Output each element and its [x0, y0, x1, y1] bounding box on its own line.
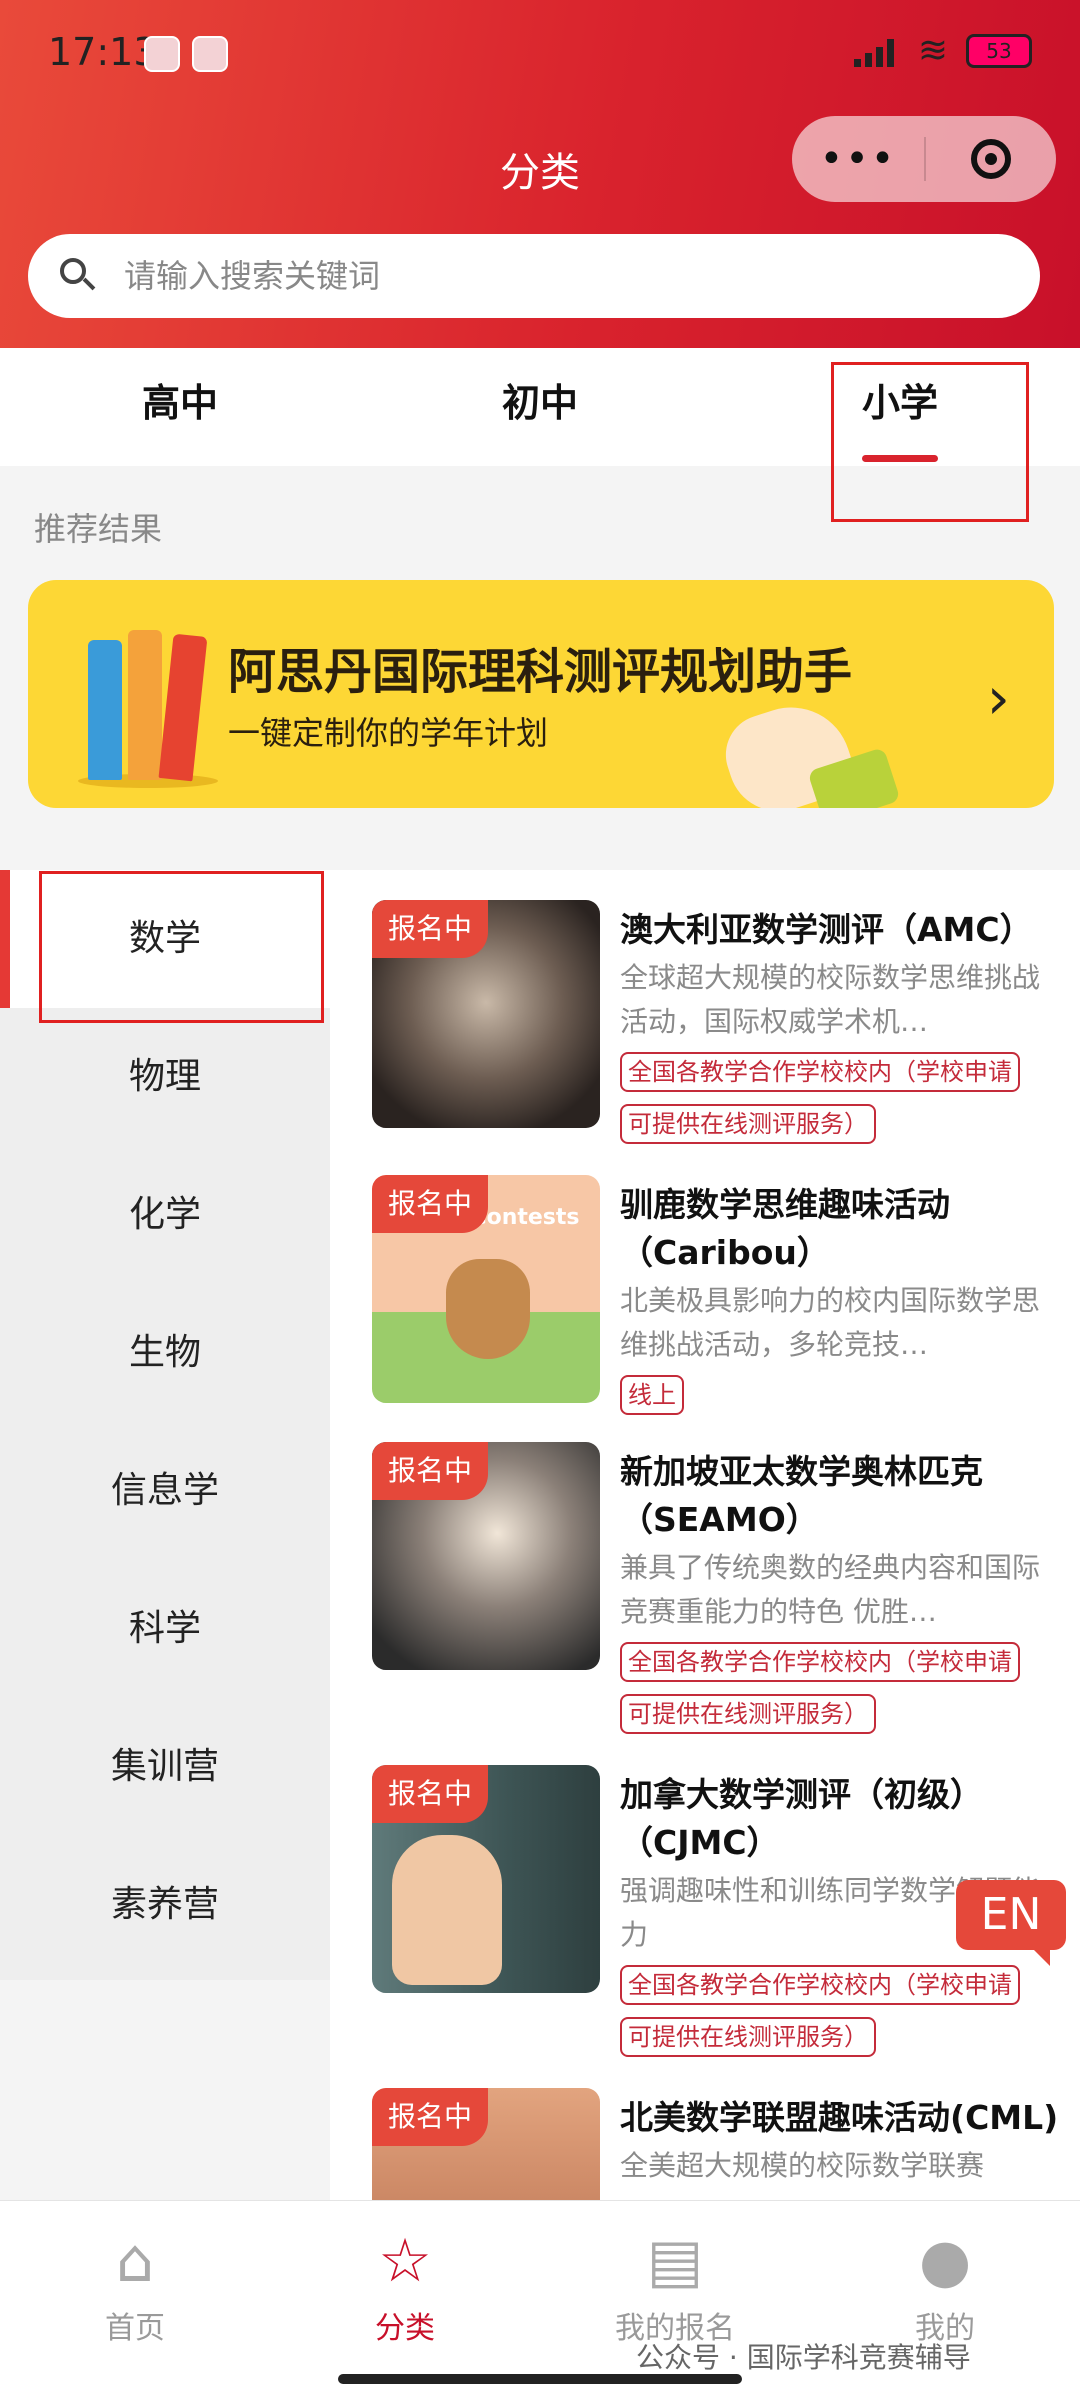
signal-icon: [853, 35, 900, 67]
status-icons: ≋ 53: [853, 30, 1032, 71]
status-time: 17:13: [48, 30, 158, 74]
course-tag: 全国各教学合作学校校内（学校申请: [620, 1642, 1020, 1682]
course-title: 新加坡亚太数学奥林匹克（SEAMO）: [620, 1452, 983, 1539]
course-card-amc[interactable]: 报名中 澳大利亚数学测评（AMC） 全球超大规模的校际数学思维挑战活动，国际权威…: [372, 900, 1062, 1150]
status-badge: 报名中: [372, 1442, 489, 1500]
subject-sidebar: 数学 物理 化学 生物 信息学 科学 集训营 素养营: [0, 870, 330, 1980]
course-thumbnail: ou Contests 报名中: [372, 1175, 600, 1403]
tab-high-school[interactable]: 高中: [0, 348, 360, 466]
search-bar[interactable]: [28, 234, 1040, 318]
search-icon: [60, 258, 96, 294]
course-desc: 全球超大规模的校际数学思维挑战活动，国际权威学术机…: [620, 961, 1041, 1038]
course-card-cml[interactable]: 报名中 北美数学联盟趣味活动(CML) 全美超大规模的校际数学联赛: [372, 2088, 1062, 2200]
status-badge: 报名中: [372, 2088, 489, 2146]
course-desc: 全美超大规模的校际数学联赛: [620, 2149, 985, 2182]
course-title: 北美数学联盟趣味活动(CML): [620, 2098, 1059, 2137]
target-icon: [971, 139, 1011, 179]
course-card-seamo[interactable]: 报名中 新加坡亚太数学奥林匹克（SEAMO） 兼具了传统奥数的经典内容和国际竞赛…: [372, 1442, 1062, 1742]
banner-title: 阿思丹国际理科测评规划助手: [228, 644, 853, 700]
course-tag: 可提供在线测评服务）: [620, 2017, 876, 2057]
course-desc: 兼具了传统奥数的经典内容和国际竞赛重能力的特色 优胜…: [620, 1551, 1041, 1628]
search-input[interactable]: [122, 256, 1026, 296]
battery-icon: 53: [966, 33, 1032, 68]
course-tag: 全国各教学合作学校校内（学校申请: [620, 1965, 1020, 2005]
user-icon: ●: [918, 2226, 972, 2296]
tabbar-item-category[interactable]: ☆ 分类: [270, 2201, 540, 2401]
header: 17:13 ≋ 53 分类 •••: [0, 0, 1080, 348]
miniapp-capsule: •••: [792, 116, 1056, 202]
course-thumbnail: 报名中: [372, 900, 600, 1128]
banner-subtitle: 一键定制你的学年计划: [228, 714, 549, 752]
home-indicator: [338, 2374, 742, 2384]
document-icon: ▤: [646, 2226, 704, 2296]
wifi-icon: ≋: [917, 30, 948, 71]
course-title: 澳大利亚数学测评（AMC）: [620, 910, 1033, 949]
course-title: 加拿大数学测评（初级）（CJMC）: [620, 1775, 983, 1862]
status-badge: 报名中: [372, 900, 489, 958]
course-tag: 可提供在线测评服务）: [620, 1104, 876, 1144]
sidebar-item-informatics[interactable]: 信息学: [0, 1422, 330, 1560]
watermark: 公众号 · 国际学科竞赛辅导: [636, 2341, 971, 2374]
home-icon: ⌂: [115, 2226, 155, 2296]
section-label: 推荐结果: [34, 510, 163, 548]
tab-middle-school[interactable]: 初中: [360, 348, 720, 466]
sidebar-item-literacy-camp[interactable]: 素养营: [0, 1836, 330, 1974]
tabbar-label: 分类: [375, 2311, 435, 2346]
course-tag: 全国各教学合作学校校内（学校申请: [620, 1052, 1020, 1092]
tabbar-item-home[interactable]: ⌂ 首页: [0, 2201, 270, 2401]
sidebar-item-physics[interactable]: 物理: [0, 1008, 330, 1146]
app-notification-icon: [192, 36, 228, 72]
status-badge: 报名中: [372, 1765, 489, 1823]
chevron-right-icon: ›: [986, 664, 1010, 732]
course-thumbnail: 报名中: [372, 2088, 600, 2200]
status-badge: 报名中: [372, 1175, 489, 1233]
tab-primary-school[interactable]: 小学: [720, 348, 1080, 466]
more-icon[interactable]: •••: [792, 136, 924, 182]
child-illustration: [392, 1835, 502, 1985]
course-tag: 线上: [620, 1375, 684, 1415]
course-tag: 可提供在线测评服务）: [620, 1694, 876, 1734]
course-thumbnail: 报名中: [372, 1765, 600, 1993]
course-list: 报名中 澳大利亚数学测评（AMC） 全球超大规模的校际数学思维挑战活动，国际权威…: [330, 870, 1080, 2200]
star-icon: ☆: [378, 2226, 432, 2296]
sidebar-item-math[interactable]: 数学: [0, 870, 330, 1008]
course-desc: 北美极具影响力的校内国际数学思维挑战活动，多轮竞技…: [620, 1284, 1041, 1361]
books-icon: [78, 620, 218, 788]
course-title: 驯鹿数学思维趣味活动（Caribou）: [620, 1185, 950, 1272]
course-thumbnail: 报名中: [372, 1442, 600, 1670]
reindeer-illustration: [446, 1259, 530, 1359]
notification-icon: [144, 36, 180, 72]
sidebar-item-chemistry[interactable]: 化学: [0, 1146, 330, 1284]
sidebar-item-biology[interactable]: 生物: [0, 1284, 330, 1422]
sidebar-item-training-camp[interactable]: 集训营: [0, 1698, 330, 1836]
planning-banner[interactable]: 阿思丹国际理科测评规划助手 一键定制你的学年计划 ›: [28, 580, 1054, 808]
sidebar-item-science[interactable]: 科学: [0, 1560, 330, 1698]
close-miniapp-button[interactable]: [926, 139, 1056, 179]
tabbar-label: 首页: [105, 2311, 165, 2346]
level-tabs: 高中 初中 小学: [0, 348, 1080, 466]
course-card-caribou[interactable]: ou Contests 报名中 驯鹿数学思维趣味活动（Caribou） 北美极具…: [372, 1175, 1062, 1415]
language-toggle-button[interactable]: EN: [956, 1880, 1066, 1966]
